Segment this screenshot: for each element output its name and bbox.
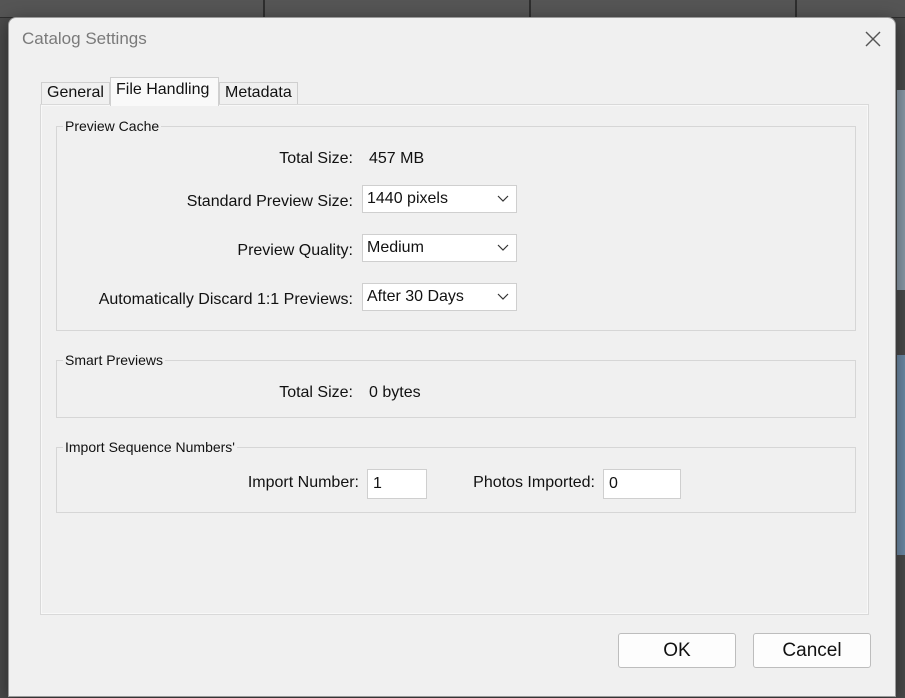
catalog-settings-dialog: Catalog Settings General File Handling M… [8,17,896,697]
standard-preview-size-label: Standard Preview Size: [186,193,353,210]
import-sequence-legend: Import Sequence Numbers' [63,439,237,455]
title-bar: Catalog Settings [9,18,895,60]
tab-file-handling[interactable]: File Handling [110,77,219,106]
standard-preview-size-select[interactable]: 1440 pixels [362,185,517,213]
preview-quality-select[interactable]: Medium [362,234,517,262]
file-handling-panel: Preview Cache Total Size: 457 MB Standar… [40,104,869,615]
background-tile [264,0,530,18]
close-button[interactable] [861,27,885,51]
photos-imported-input[interactable] [603,469,681,499]
background-tile [897,355,905,555]
total-size-value: 457 MB [369,150,425,167]
total-size-label: Total Size: [279,150,353,167]
chevron-down-icon [497,293,509,300]
background-tile [0,0,264,18]
background-tile [530,0,796,18]
discard-previews-value: After 30 Days [367,288,464,305]
tab-general[interactable]: General [41,82,110,105]
import-number-input[interactable] [367,469,427,499]
preview-cache-group: Preview Cache Total Size: 457 MB Standar… [56,118,856,331]
smart-previews-group: Smart Previews Total Size: 0 bytes [56,352,856,418]
smart-total-size-label: Total Size: [279,384,353,401]
discard-previews-select[interactable]: After 30 Days [362,283,517,311]
smart-previews-legend: Smart Previews [63,352,166,368]
background-tile [796,0,905,18]
background-tile [897,90,905,290]
import-sequence-group: Import Sequence Numbers' Import Number: … [56,439,856,513]
import-number-label: Import Number: [247,474,359,491]
close-icon [865,31,881,47]
cancel-button[interactable]: Cancel [753,633,871,668]
smart-total-size-value: 0 bytes [369,384,421,401]
chevron-down-icon [497,244,509,251]
chevron-down-icon [497,195,509,202]
discard-previews-label: Automatically Discard 1:1 Previews: [98,291,353,308]
tab-metadata[interactable]: Metadata [219,82,298,105]
preview-cache-legend: Preview Cache [63,118,162,134]
photos-imported-label: Photos Imported: [473,474,595,491]
standard-preview-size-value: 1440 pixels [367,190,448,207]
preview-quality-label: Preview Quality: [237,242,353,259]
ok-button[interactable]: OK [618,633,736,668]
preview-quality-value: Medium [367,239,424,256]
dialog-title: Catalog Settings [22,29,147,48]
